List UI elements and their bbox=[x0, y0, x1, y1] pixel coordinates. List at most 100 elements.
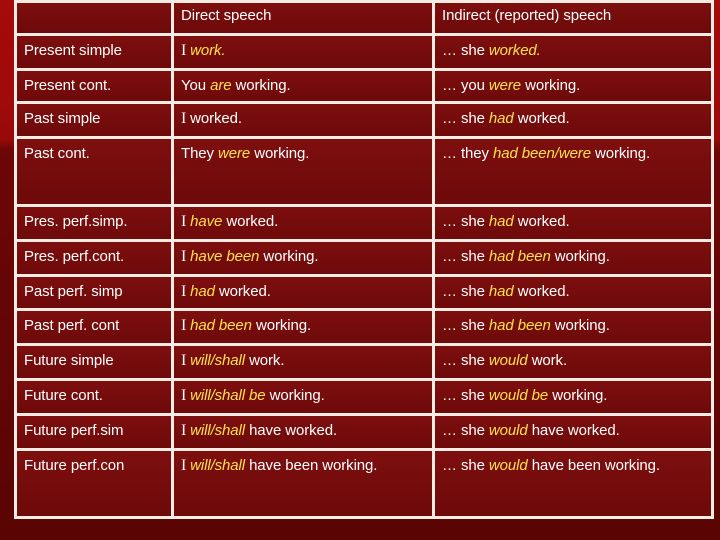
sentence-text: You bbox=[181, 76, 211, 94]
table-container: Direct speech Indirect (reported) speech P… bbox=[14, 0, 714, 540]
tense-label-cell: Present cont. bbox=[14, 67, 171, 102]
tense-label-cell: Past perf. simp bbox=[14, 273, 171, 309]
sentence-text: … she bbox=[442, 317, 489, 335]
sentence-text: I bbox=[181, 456, 191, 474]
table-row: Past simple I worked.… she had worked. bbox=[14, 101, 714, 137]
sentence-text: They bbox=[181, 145, 219, 163]
tense-label: Future cont. bbox=[24, 387, 103, 405]
table-row: Pres. perf.cont. I have been working.… sh… bbox=[14, 238, 714, 274]
direct-speech-cell: I work. bbox=[171, 33, 432, 68]
header-cell-corner bbox=[14, 0, 171, 33]
sentence-text: I bbox=[181, 387, 191, 405]
highlighted-verb: will/shall bbox=[190, 352, 245, 370]
sentence-text: I bbox=[181, 247, 191, 265]
direct-speech-cell: I will/shall work. bbox=[171, 343, 432, 379]
indirect-speech-cell: … she had been working. bbox=[432, 308, 714, 344]
sentence-text: working. bbox=[521, 76, 581, 94]
indirect-speech-cell: … she would have been working. bbox=[432, 447, 714, 519]
sentence-text: working. bbox=[250, 145, 310, 163]
sentence-text: I bbox=[181, 213, 191, 231]
tense-label: Future simple bbox=[24, 352, 114, 370]
sentence-text: … you bbox=[442, 76, 489, 94]
indirect-speech-cell: … she would have worked. bbox=[432, 412, 714, 448]
tense-label-cell: Future simple bbox=[14, 343, 171, 379]
header-direct-speech-label: Direct speech bbox=[181, 7, 272, 24]
highlighted-verb: had been bbox=[488, 247, 551, 265]
sentence-text: … she bbox=[442, 110, 489, 128]
tense-label-cell: Past simple bbox=[14, 101, 171, 137]
sentence-text: have worked. bbox=[527, 421, 620, 439]
highlighted-verb: would be bbox=[488, 387, 549, 405]
sentence-text: worked. bbox=[222, 213, 279, 231]
tense-label: Present simple bbox=[24, 42, 122, 59]
table-row: Future perf.con I will/shall have been wo… bbox=[14, 447, 714, 519]
tense-label-cell: Future perf.con bbox=[14, 447, 171, 519]
table-row: Future cont. I will/shall be working. … sh… bbox=[14, 378, 714, 413]
highlighted-verb: will/shall bbox=[190, 421, 245, 439]
sentence-text: worked. bbox=[214, 282, 271, 300]
highlighted-verb: will/shall bbox=[190, 456, 245, 474]
highlighted-verb: are bbox=[210, 76, 232, 94]
indirect-speech-cell: … she had worked. bbox=[432, 101, 714, 137]
highlighted-verb: work. bbox=[190, 42, 226, 59]
highlighted-verb: had bbox=[190, 282, 215, 300]
tense-label-cell: Past perf. cont bbox=[14, 308, 171, 344]
sentence-text: working. bbox=[259, 247, 319, 265]
tense-label: Past perf. cont bbox=[24, 317, 120, 335]
highlighted-verb: would bbox=[488, 421, 528, 439]
table-row: Present simple I work.… she worked. bbox=[14, 33, 714, 68]
direct-speech-cell: I will/shall be working. bbox=[171, 378, 432, 413]
highlighted-verb: were bbox=[488, 76, 522, 94]
highlighted-verb: have bbox=[190, 213, 223, 231]
sentence-text: working. bbox=[590, 145, 651, 163]
sentence-text: working. bbox=[548, 387, 608, 405]
table-header-row: Direct speech Indirect (reported) speech bbox=[14, 0, 714, 33]
tense-comparison-table: Direct speech Indirect (reported) speech P… bbox=[14, 0, 714, 519]
indirect-speech-cell: … she worked. bbox=[432, 33, 714, 68]
table-row: Pres. perf.simp. I have worked.… she had … bbox=[14, 204, 714, 239]
indirect-speech-cell: … she would work. bbox=[432, 343, 714, 379]
sentence-text: working. bbox=[265, 387, 325, 405]
table-row: Future perf.sim I will/shall have worked.… bbox=[14, 412, 714, 448]
sentence-text: … she bbox=[442, 387, 489, 405]
sentence-text: working. bbox=[231, 76, 291, 94]
indirect-speech-cell: … she had worked. bbox=[432, 204, 714, 239]
sentence-text: … she bbox=[442, 456, 489, 474]
sentence-text: work. bbox=[527, 352, 568, 370]
highlighted-verb: worked. bbox=[488, 42, 541, 59]
sentence-text: working. bbox=[251, 317, 312, 335]
header-cell-indirect-speech: Indirect (reported) speech bbox=[432, 0, 714, 33]
indirect-speech-cell: … she had been working. bbox=[432, 238, 714, 274]
sentence-text: … she bbox=[442, 42, 489, 59]
direct-speech-cell: I had worked. bbox=[171, 273, 432, 309]
table-row: Present cont. You are working.… you were … bbox=[14, 67, 714, 102]
sentence-text: … she bbox=[442, 213, 489, 231]
highlighted-verb: had bbox=[488, 282, 514, 300]
sentence-text: I bbox=[181, 42, 191, 59]
sentence-text: I bbox=[181, 110, 191, 128]
tense-label: Past cont. bbox=[24, 145, 90, 163]
highlighted-verb: would bbox=[488, 352, 528, 370]
sentence-text: worked. bbox=[513, 213, 570, 231]
tense-label: Past simple bbox=[24, 110, 101, 128]
highlighted-verb: will/shall be bbox=[190, 387, 266, 405]
tense-label: Future perf.con bbox=[24, 456, 125, 474]
direct-speech-cell: You are working. bbox=[171, 67, 432, 102]
direct-speech-cell: They were working. bbox=[171, 136, 432, 205]
indirect-speech-cell: … she had worked. bbox=[432, 273, 714, 309]
tense-label-cell: Future cont. bbox=[14, 378, 171, 413]
highlighted-verb: had bbox=[488, 110, 514, 128]
highlighted-verb: were bbox=[218, 145, 251, 163]
table-row: Past perf. cont I had been working.… she … bbox=[14, 308, 714, 344]
direct-speech-cell: I worked. bbox=[171, 101, 432, 137]
indirect-speech-cell: … they had been/were working. bbox=[432, 136, 714, 205]
header-cell-direct-speech: Direct speech bbox=[171, 0, 432, 33]
sentence-text: I bbox=[181, 352, 191, 370]
sentence-text: I bbox=[181, 282, 191, 300]
sentence-text: worked. bbox=[190, 110, 242, 128]
sentence-text: work. bbox=[245, 352, 285, 370]
sentence-text: working. bbox=[550, 247, 610, 265]
tense-label-cell: Past cont. bbox=[14, 136, 171, 205]
direct-speech-cell: I have been working. bbox=[171, 238, 432, 274]
sentence-text: I bbox=[181, 421, 191, 439]
